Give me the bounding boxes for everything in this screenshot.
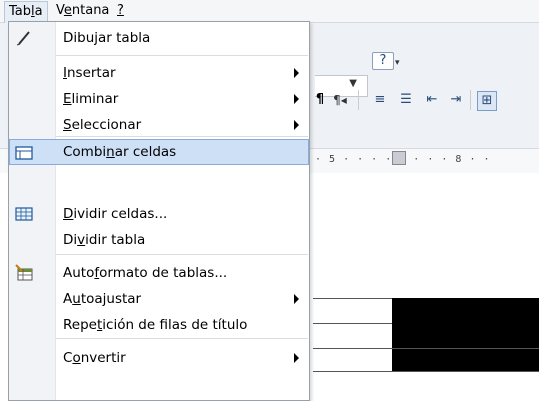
menu-item-eliminar[interactable]: Eliminar bbox=[10, 86, 308, 112]
menu-item-dividir-tabla[interactable]: Dividir tabla bbox=[10, 227, 308, 253]
tabla-dropdown-menu: Dibujar tabla Insertar Eliminar Seleccio… bbox=[8, 21, 310, 401]
menu-item-label: Dividir celdas... bbox=[63, 206, 168, 222]
table-border-line bbox=[313, 371, 539, 372]
table-autoformat-icon bbox=[15, 264, 33, 281]
chevron-down-icon: ▼ bbox=[349, 78, 357, 89]
toolbar-options-chevron-icon[interactable]: ▾ bbox=[395, 53, 400, 73]
menu-separator bbox=[56, 136, 308, 137]
menu-item-label: Repetición de filas de título bbox=[63, 317, 248, 333]
submenu-arrow-icon bbox=[294, 353, 299, 363]
menu-item-insertar[interactable]: Insertar bbox=[10, 60, 308, 86]
menu-item-label: Dibujar tabla bbox=[63, 30, 151, 46]
menu-item-label: Autoformato de tablas... bbox=[63, 265, 228, 281]
menu-item-repeticion-de-filas-de-titulo[interactable]: Repetición de filas de título bbox=[10, 312, 308, 338]
menu-item-label: Convertir bbox=[63, 350, 126, 366]
menu-item-label: Eliminar bbox=[63, 91, 119, 107]
highlight-icon[interactable] bbox=[499, 90, 519, 110]
menubar-item-ventana[interactable]: Ventana bbox=[52, 3, 113, 19]
ruler-indent-marker-icon[interactable] bbox=[392, 151, 406, 165]
menu-item-seleccionar[interactable]: Seleccionar bbox=[10, 112, 308, 138]
help-icon[interactable]: ? bbox=[372, 52, 394, 70]
table-cell-black bbox=[392, 298, 539, 324]
submenu-arrow-icon bbox=[294, 94, 299, 104]
menu-item-label: Autoajustar bbox=[63, 291, 142, 307]
table-cell-black bbox=[392, 349, 539, 371]
borders-icon[interactable]: ⊞ bbox=[477, 91, 497, 111]
toolbar-separator bbox=[358, 90, 359, 110]
numbered-list-icon[interactable]: ≡ bbox=[370, 90, 390, 110]
increase-indent-icon[interactable]: ⇥ bbox=[446, 90, 466, 110]
merge-cells-icon bbox=[15, 146, 33, 160]
submenu-arrow-icon bbox=[294, 294, 299, 304]
menubar-item-tabla[interactable]: Tabla bbox=[4, 1, 48, 23]
menu-item-dibujar-tabla[interactable]: Dibujar tabla bbox=[10, 25, 308, 51]
table-cell-black bbox=[392, 324, 539, 348]
menu-item-label: Seleccionar bbox=[63, 117, 142, 133]
menu-separator bbox=[56, 338, 308, 339]
menu-separator bbox=[56, 254, 308, 255]
toolbar-separator bbox=[470, 90, 471, 110]
bulleted-list-icon[interactable]: ☰ bbox=[396, 90, 416, 110]
menu-item-autoajustar[interactable]: Autoajustar bbox=[10, 286, 308, 312]
submenu-arrow-icon bbox=[294, 68, 299, 78]
menu-item-label: Dividir tabla bbox=[63, 232, 146, 248]
menu-bar: Tabla Ventana ? bbox=[0, 0, 539, 23]
menu-item-label: Combinar celdas bbox=[63, 144, 177, 160]
menu-item-dividir-celdas[interactable]: Dividir celdas... bbox=[10, 201, 308, 227]
menu-item-autoformato-de-tablas[interactable]: Autoformato de tablas... bbox=[10, 260, 308, 286]
pencil-icon bbox=[16, 31, 30, 46]
menubar-item-help[interactable]: ? bbox=[113, 3, 128, 19]
menu-item-label: Insertar bbox=[63, 65, 116, 81]
rtl-pilcrow-icon[interactable]: ¶◂ bbox=[330, 90, 350, 110]
split-cells-icon bbox=[15, 207, 33, 221]
menu-separator bbox=[56, 55, 308, 56]
menu-item-combinar-celdas[interactable]: Combinar celdas bbox=[9, 139, 309, 165]
menu-item-convertir[interactable]: Convertir bbox=[10, 345, 308, 371]
submenu-arrow-icon bbox=[294, 120, 299, 130]
pilcrow-icon[interactable]: ¶ bbox=[313, 90, 327, 110]
decrease-indent-icon[interactable]: ⇤ bbox=[422, 90, 442, 110]
